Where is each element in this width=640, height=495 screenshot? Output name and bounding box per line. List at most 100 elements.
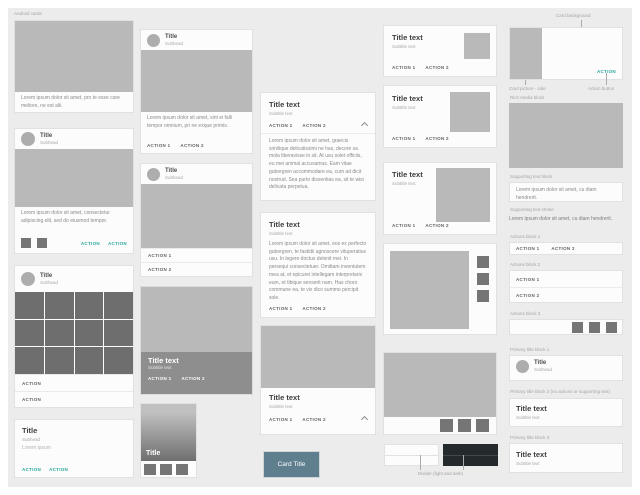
grid-tile[interactable]: [15, 292, 44, 319]
action-button[interactable]: ACTION 1: [516, 277, 539, 282]
media-image: [141, 50, 252, 113]
thumbnail-icon[interactable]: [477, 273, 489, 285]
divider-swatch-light: [384, 444, 439, 466]
card-title-button[interactable]: Card Title: [263, 451, 320, 478]
grid-tile[interactable]: [74, 292, 104, 319]
thumbnail-icon[interactable]: [440, 419, 453, 432]
action-button[interactable]: ACTION 2: [516, 293, 539, 298]
action-button[interactable]: ACTION 1: [392, 65, 415, 70]
header-text: Title Subhead: [40, 272, 58, 286]
divider-annotation: Divider (light and dark): [417, 471, 464, 476]
media-image: [384, 353, 496, 417]
primary-title-block-2: Title text Subtitle text: [509, 398, 623, 427]
action-button[interactable]: ACTION 1: [269, 417, 292, 422]
thumbnail-image: [436, 168, 490, 222]
grid-tile[interactable]: [44, 319, 74, 347]
action-button[interactable]: ACTION 2: [425, 223, 448, 228]
expanded-text: Lorem ipsum dolor sit amet, graecis simi…: [269, 137, 364, 191]
action-list-row[interactable]: ACTION: [15, 391, 133, 407]
header-text: Title Subhead: [165, 33, 183, 47]
media-image: [390, 251, 469, 329]
action-button[interactable]: ACTION 2: [425, 136, 448, 141]
action-button[interactable]: ACTION: [108, 241, 127, 246]
grid-tile[interactable]: [104, 292, 133, 319]
grid-tile[interactable]: [104, 347, 133, 374]
action-button[interactable]: ACTION: [22, 467, 41, 472]
thumbnail-icon[interactable]: [589, 321, 600, 333]
action-button[interactable]: ACTION 2: [181, 376, 204, 381]
action-button[interactable]: ACTION 1: [392, 136, 415, 141]
card-avatar-grid-actions: Title Subhead ACTION ACTION: [14, 265, 134, 408]
thumbnail-icon[interactable]: [37, 238, 47, 248]
action-button[interactable]: ACTION 2: [551, 246, 574, 251]
chevron-up-icon[interactable]: [360, 415, 369, 423]
media-image: [15, 21, 133, 92]
action-button[interactable]: ACTION 1: [516, 246, 539, 251]
connector-line: [420, 455, 421, 470]
grid-tile[interactable]: [44, 292, 74, 319]
card-media-expandable: Title text Subtitle text ACTION 1 ACTION…: [260, 325, 376, 435]
supporting-text: Lorem ipsum dolor sit amet, sint ei fall…: [147, 115, 233, 129]
action-row: ACTION 1 ACTION 2: [269, 306, 367, 311]
supporting-text-stroke-annotation: Supporting text stroke: [510, 207, 554, 212]
primary-title-block-2-annotation: Primary title block 2 (no actions or sup…: [510, 389, 611, 394]
avatar: [147, 167, 160, 181]
media-image: [141, 184, 252, 248]
grid-tile[interactable]: [15, 319, 44, 347]
grid-tile[interactable]: [104, 319, 133, 347]
action-list-row[interactable]: ACTION 2: [141, 262, 252, 276]
primary-title-block-3: Title text Subtitle text: [509, 443, 623, 473]
thumbnail-icon[interactable]: [476, 419, 489, 432]
action-button[interactable]: ACTION 1: [148, 376, 171, 381]
action-button[interactable]: ACTION 1: [269, 123, 292, 128]
action-button[interactable]: ACTION 2: [425, 65, 448, 70]
action-button[interactable]: ACTION 2: [302, 417, 325, 422]
card-subhead: Subhead: [165, 41, 184, 47]
grid-tile[interactable]: [74, 347, 104, 374]
card-gradient-thumbs: Title: [140, 403, 197, 478]
rich-media-annotation: Rich media block: [510, 95, 545, 100]
thumbnail-image: [464, 33, 490, 59]
card-title: Title: [146, 450, 161, 457]
action-button[interactable]: ACTION 1: [392, 223, 415, 228]
thumbnail-icon[interactable]: [572, 321, 583, 333]
thumbnail-icon[interactable]: [160, 464, 172, 475]
supporting-text: Lorem ipsum dolor sit amet, eos ex perfe…: [269, 240, 367, 302]
card-text-block: Title text Subtitle text ACTION 1 ACTION…: [261, 388, 375, 423]
action-button[interactable]: ACTION 2: [302, 123, 325, 128]
action-button[interactable]: ACTION: [81, 241, 100, 246]
action-button[interactable]: ACTION 2: [302, 306, 325, 311]
action-row: ACTION ACTION: [22, 467, 126, 472]
grid-tile[interactable]: [74, 319, 104, 347]
thumbnail-icon[interactable]: [477, 290, 489, 302]
card-media-side-icons: [383, 243, 497, 335]
action-button[interactable]: ACTION 1: [148, 253, 171, 258]
thumbnail-icon[interactable]: [606, 321, 617, 333]
grid-tile[interactable]: [15, 347, 44, 374]
action-button[interactable]: ACTION 2: [180, 143, 203, 148]
action-button[interactable]: ACTION: [22, 381, 41, 386]
thumbnail-icon[interactable]: [21, 238, 31, 248]
grid-tile[interactable]: [44, 347, 74, 374]
actions-block-2-annotation: Actions block 2: [510, 262, 541, 267]
action-button[interactable]: ACTION 2: [148, 267, 171, 272]
thumbnail-icon[interactable]: [458, 419, 471, 432]
action-list-row[interactable]: ACTION 1: [141, 248, 252, 262]
action-button[interactable]: ACTION 1: [147, 143, 170, 148]
action-button[interactable]: ACTION: [22, 397, 41, 402]
card-subtitle: Subtitle text: [392, 44, 416, 49]
actions-block-3-annotation: Actions block 3: [510, 311, 541, 316]
chevron-up-icon[interactable]: [360, 121, 369, 129]
thumbnail-icon[interactable]: [176, 464, 188, 475]
avatar: [21, 132, 35, 147]
card-subhead: Subhead: [22, 437, 41, 442]
thumbnail-icon[interactable]: [144, 464, 156, 475]
action-list-row[interactable]: ACTION 1: [510, 271, 622, 287]
action-button[interactable]: ACTION 1: [269, 306, 292, 311]
supporting-text-stroke: Lorem ipsum dolor sit amet, cu diam hend…: [509, 216, 613, 222]
action-button[interactable]: ACTION: [49, 467, 68, 472]
thumbnail-icon[interactable]: [477, 256, 489, 268]
primary-title-block-3-annotation: Primary title block 3: [510, 435, 550, 440]
action-list-row[interactable]: ACTION: [15, 374, 133, 391]
action-list-row[interactable]: ACTION 2: [510, 287, 622, 302]
